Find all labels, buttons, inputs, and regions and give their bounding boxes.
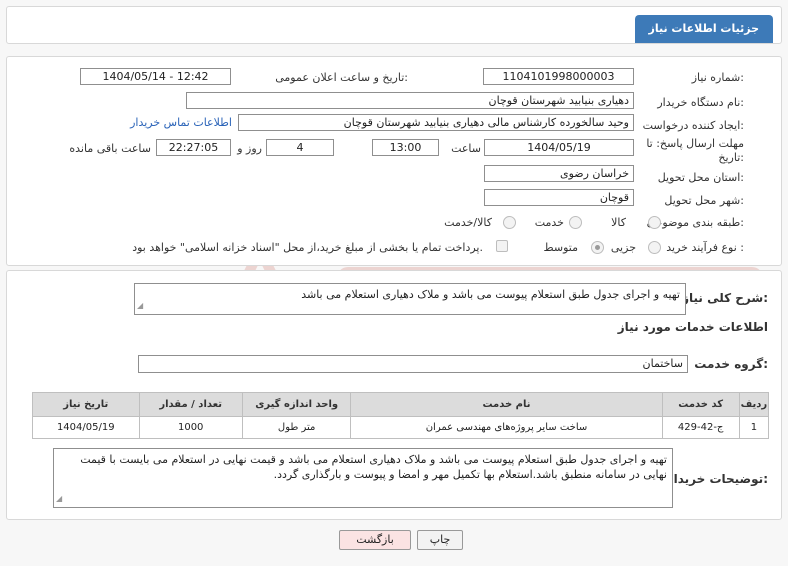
treasury-payment-note: پرداخت تمام یا بخشی از مبلغ خرید،از محل … [132,241,483,254]
announce-field[interactable]: 1404/05/14 - 12:42 [80,68,231,85]
category-radio-service[interactable] [569,216,582,229]
days-label: روز و [237,142,262,155]
page-title: جزئیات اطلاعات نیاز [634,15,773,43]
category-option-goods: کالا [611,216,626,229]
resize-grip-icon[interactable]: ◢ [56,491,62,506]
page-header: جزئیات اطلاعات نیاز [6,6,782,44]
category-option-service: خدمت [534,216,564,229]
buyer-org-field[interactable]: دهیاری بنیابید شهرستان قوچان [186,92,634,109]
deadline-date-field[interactable]: 1404/05/19 [484,139,634,156]
city-label: شهر محل تحویل: [664,194,744,207]
need-number-field[interactable]: 1104101998000003 [483,68,634,85]
service-group-field[interactable]: ساختمان [138,355,688,373]
resize-grip-icon[interactable]: ◢ [137,298,143,313]
column-header: تاریخ نیاز [32,392,140,417]
buyer-org-label: نام دستگاه خریدار: [657,96,744,109]
table-cell: متر طول [241,416,352,439]
remaining-label: ساعت باقی مانده [69,142,151,155]
process-option-medium: متوسط [543,241,578,254]
deadline-label-date: تاریخ: [718,151,744,164]
table-cell: 1000 [138,416,243,439]
details-panel [6,56,782,266]
summary-label: شرح کلی نیاز: [682,291,768,305]
creator-field[interactable]: وحید سالخورده کارشناس مالی دهیاری بنیابی… [238,114,634,131]
buyer-contact-link[interactable]: اطلاعات تماس خریدار [130,116,232,129]
process-option-minor: جزیی [610,241,636,254]
need-number-label: شماره نیاز: [691,71,744,84]
service-group-label: گروه خدمت: [694,357,768,371]
column-header: ردیف [738,392,770,417]
print-button[interactable]: چاپ [417,530,463,550]
creator-label: ایجاد کننده درخواست: [642,119,744,132]
services-table: ردیف کد خدمت نام خدمت واحد اندازه گیری ت… [32,392,770,439]
days-field[interactable]: 4 [266,139,334,156]
column-header: نام خدمت [350,392,663,417]
announce-label: تاریخ و ساعت اعلان عمومی: [275,71,408,84]
summary-text: تهیه و اجرای جدول طبق استعلام پیوست می ب… [301,288,680,301]
table-header-row: ردیف کد خدمت نام خدمت واحد اندازه گیری ت… [32,392,770,417]
table-cell: ساخت سایر پروژه‌های مهندسی عمران [350,416,663,439]
province-field[interactable]: خراسان رضوی [484,165,634,182]
province-label: استان محل تحویل: [657,171,744,184]
buyer-notes-textarea[interactable]: تهیه و اجرای جدول طبق استعلام پیوست می ب… [53,448,673,508]
table-cell: 1404/05/19 [32,416,140,439]
deadline-label: مهلت ارسال پاسخ: تا [646,137,744,150]
back-button[interactable]: بازگشت [339,530,411,550]
column-header: تعداد / مقدار [138,392,243,417]
summary-textarea[interactable]: تهیه و اجرای جدول طبق استعلام پیوست می ب… [134,283,686,315]
treasury-payment-checkbox[interactable] [496,240,508,252]
column-header: واحد اندازه گیری [241,392,352,417]
deadline-time-field[interactable]: 13:00 [372,139,439,156]
column-header: کد خدمت [661,392,740,417]
category-radio-both[interactable] [503,216,516,229]
category-label: طبقه بندی موضوعی: [646,216,744,229]
buyer-notes-label: توضیحات خریدار: [666,472,768,486]
buyer-notes-text: تهیه و اجرای جدول طبق استعلام پیوست می ب… [80,453,667,481]
table-cell: ج-42-429 [661,416,740,439]
category-radio-goods[interactable] [648,216,661,229]
services-section-title: اطلاعات خدمات مورد نیاز [617,320,768,334]
category-option-both: کالا/خدمت [444,216,492,229]
table-cell: 1 [738,416,770,439]
deadline-time-label: ساعت [451,142,481,155]
process-label: نوع فرآیند خرید : [666,241,744,254]
process-radio-medium[interactable] [591,241,604,254]
city-field[interactable]: قوچان [484,189,634,206]
table-row: 1 ج-42-429 ساخت سایر پروژه‌های مهندسی عم… [32,416,770,439]
remaining-time-field[interactable]: 22:27:05 [156,139,231,156]
process-radio-minor[interactable] [648,241,661,254]
